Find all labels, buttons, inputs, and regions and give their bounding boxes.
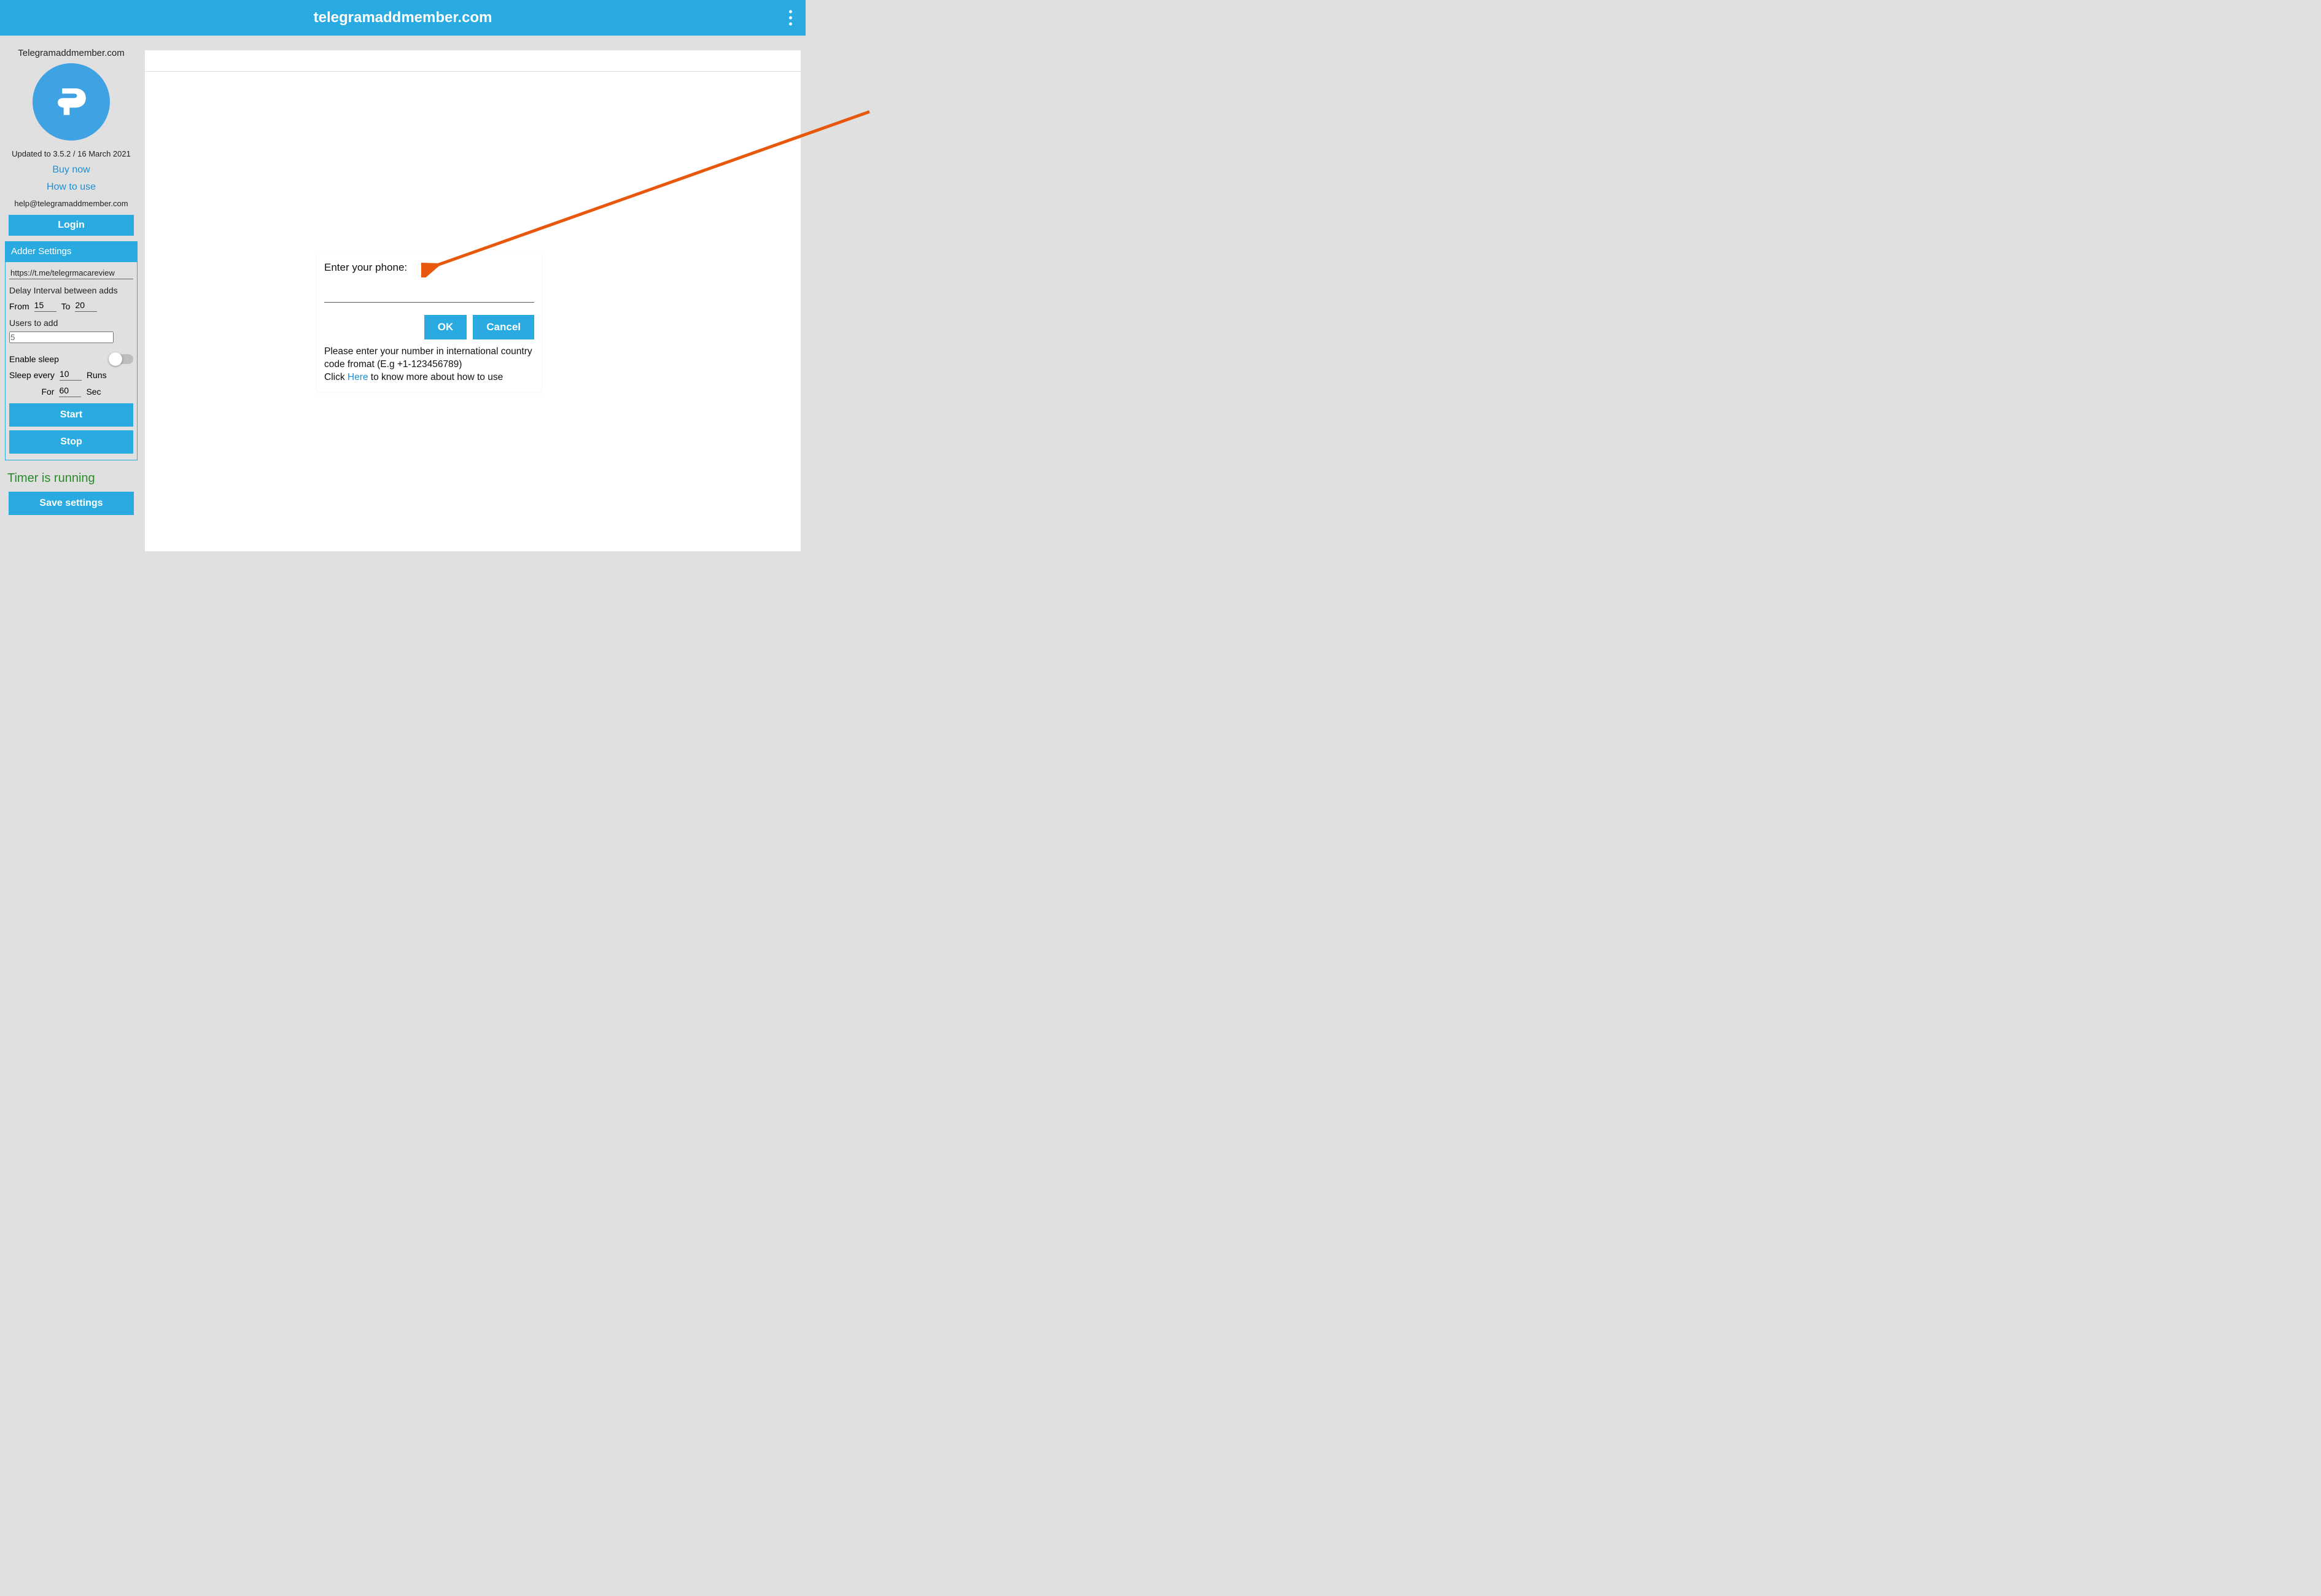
content-canvas: Enter your phone: OK Cancel Please enter… bbox=[145, 50, 801, 551]
runs-label: Runs bbox=[87, 370, 107, 380]
telegram-logo-icon bbox=[33, 63, 110, 141]
divider bbox=[145, 71, 801, 72]
delay-from-input[interactable] bbox=[34, 300, 56, 312]
enable-sleep-toggle[interactable] bbox=[110, 354, 133, 364]
help-email: help@telegramaddmember.com bbox=[2, 199, 140, 208]
delay-label: Delay Interval between adds bbox=[9, 285, 133, 295]
stop-button[interactable]: Stop bbox=[9, 430, 133, 454]
here-link[interactable]: Here bbox=[348, 372, 368, 382]
app-title: telegramaddmember.com bbox=[314, 9, 492, 26]
ok-button[interactable]: OK bbox=[424, 315, 467, 339]
how-to-use-link[interactable]: How to use bbox=[2, 182, 140, 193]
cancel-button[interactable]: Cancel bbox=[473, 315, 534, 339]
target-url-input[interactable] bbox=[9, 266, 133, 279]
adder-settings-header: Adder Settings bbox=[5, 241, 138, 261]
main-area: Enter your phone: OK Cancel Please enter… bbox=[142, 36, 806, 556]
from-label: From bbox=[9, 301, 29, 311]
phone-input[interactable] bbox=[324, 286, 534, 303]
sleep-every-input[interactable] bbox=[60, 369, 82, 381]
update-text: Updated to 3.5.2 / 16 March 2021 bbox=[2, 149, 140, 158]
title-bar: telegramaddmember.com bbox=[0, 0, 806, 36]
save-settings-button[interactable]: Save settings bbox=[9, 492, 134, 515]
sec-label: Sec bbox=[86, 387, 101, 397]
kebab-menu-icon[interactable] bbox=[789, 10, 792, 26]
buy-now-link[interactable]: Buy now bbox=[2, 165, 140, 176]
users-to-add-label: Users to add bbox=[9, 318, 133, 328]
dialog-help-text: Please enter your number in internationa… bbox=[324, 346, 534, 384]
start-button[interactable]: Start bbox=[9, 403, 133, 427]
sidebar: Telegramaddmember.com Updated to 3.5.2 /… bbox=[0, 36, 142, 556]
sleep-every-label: Sleep every bbox=[9, 370, 55, 380]
login-button[interactable]: Login bbox=[9, 215, 134, 236]
annotation-arrow-icon bbox=[421, 106, 876, 277]
users-to-add-input[interactable] bbox=[9, 331, 114, 343]
phone-label: Enter your phone: bbox=[324, 261, 534, 274]
for-label: For bbox=[41, 387, 54, 397]
delay-to-input[interactable] bbox=[75, 300, 97, 312]
to-label: To bbox=[61, 301, 71, 311]
sleep-for-input[interactable] bbox=[59, 385, 81, 397]
timer-status: Timer is running bbox=[7, 471, 135, 486]
adder-settings-panel: Delay Interval between adds From To User… bbox=[5, 261, 138, 460]
phone-entry-dialog: Enter your phone: OK Cancel Please enter… bbox=[317, 253, 542, 392]
brand-text: Telegramaddmember.com bbox=[2, 48, 140, 58]
enable-sleep-label: Enable sleep bbox=[9, 354, 59, 364]
